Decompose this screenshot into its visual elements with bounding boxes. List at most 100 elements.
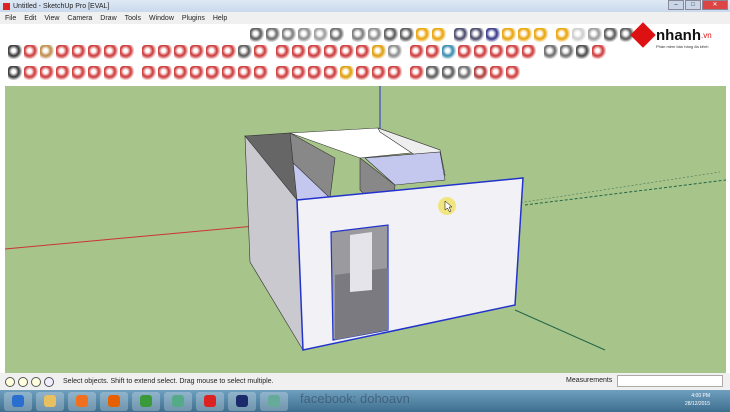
- toolbar-tool-icon[interactable]: [556, 28, 570, 42]
- menu-help[interactable]: Help: [213, 15, 227, 22]
- toolbar-tool-icon[interactable]: [458, 45, 472, 59]
- toolbar-tool-icon[interactable]: [474, 66, 488, 80]
- toolbar-tool-icon[interactable]: [534, 28, 548, 42]
- toolbar-tool-icon[interactable]: [426, 45, 440, 59]
- taskbar-photo-viewer-button[interactable]: [260, 391, 288, 411]
- menu-view[interactable]: View: [44, 15, 59, 22]
- measurements-input[interactable]: [617, 375, 723, 387]
- toolbar-tool-icon[interactable]: [206, 66, 220, 80]
- toolbar-tool-icon[interactable]: [206, 45, 220, 59]
- toolbar-tool-icon[interactable]: [8, 45, 22, 59]
- toolbar-tool-icon[interactable]: [356, 45, 370, 59]
- menu-plugins[interactable]: Plugins: [182, 15, 205, 22]
- toolbar-tool-icon[interactable]: [458, 66, 472, 80]
- clock-date[interactable]: 28/12/2015: [685, 400, 710, 408]
- toolbar-tool-icon[interactable]: [292, 45, 306, 59]
- toolbar-tool-icon[interactable]: [298, 28, 312, 42]
- toolbar-tool-icon[interactable]: [604, 28, 618, 42]
- house-model[interactable]: [244, 127, 524, 351]
- toolbar-tool-icon[interactable]: [308, 66, 322, 80]
- toolbar-tool-icon[interactable]: [72, 45, 86, 59]
- toolbar-tool-icon[interactable]: [24, 66, 38, 80]
- toolbar-tool-icon[interactable]: [400, 28, 414, 42]
- 3d-viewport[interactable]: [5, 86, 726, 373]
- taskbar-app-button[interactable]: [164, 391, 192, 411]
- toolbar-tool-icon[interactable]: [222, 45, 236, 59]
- toolbar-tool-icon[interactable]: [522, 45, 536, 59]
- toolbar-tool-icon[interactable]: [410, 45, 424, 59]
- toolbar-tool-icon[interactable]: [158, 45, 172, 59]
- toolbar-tool-icon[interactable]: [238, 66, 252, 80]
- toolbar-tool-icon[interactable]: [72, 66, 86, 80]
- toolbar-tool-icon[interactable]: [592, 45, 606, 59]
- toolbar-tool-icon[interactable]: [588, 28, 602, 42]
- toolbar-tool-icon[interactable]: [470, 28, 484, 42]
- toolbar-tool-icon[interactable]: [56, 66, 70, 80]
- toolbar-tool-icon[interactable]: [368, 28, 382, 42]
- toolbar-tool-icon[interactable]: [276, 45, 290, 59]
- toolbar-tool-icon[interactable]: [40, 66, 54, 80]
- taskbar-photoshop-button[interactable]: [228, 391, 256, 411]
- toolbar-tool-icon[interactable]: [324, 45, 338, 59]
- toolbar-tool-icon[interactable]: [158, 66, 172, 80]
- toolbar-tool-icon[interactable]: [88, 66, 102, 80]
- toolbar-tool-icon[interactable]: [372, 45, 386, 59]
- toolbar-tool-icon[interactable]: [142, 45, 156, 59]
- toolbar-tool-icon[interactable]: [410, 66, 424, 80]
- toolbar-tool-icon[interactable]: [314, 28, 328, 42]
- toolbar-tool-icon[interactable]: [174, 45, 188, 59]
- clock-time[interactable]: 4:00 PM: [685, 392, 710, 400]
- toolbar-tool-icon[interactable]: [238, 45, 252, 59]
- close-button[interactable]: ✕: [702, 0, 728, 10]
- toolbar-tool-icon[interactable]: [120, 45, 134, 59]
- toolbar-tool-icon[interactable]: [276, 66, 290, 80]
- toolbar-tool-icon[interactable]: [120, 66, 134, 80]
- toolbar-tool-icon[interactable]: [324, 66, 338, 80]
- taskbar-explorer-button[interactable]: [36, 391, 64, 411]
- toolbar-tool-icon[interactable]: [104, 66, 118, 80]
- toolbar-tool-icon[interactable]: [340, 45, 354, 59]
- toolbar-tool-icon[interactable]: [254, 66, 268, 80]
- geo-location-icon[interactable]: [5, 376, 15, 387]
- toolbar-tool-icon[interactable]: [506, 66, 520, 80]
- toolbar-tool-icon[interactable]: [222, 66, 236, 80]
- toolbar-tool-icon[interactable]: [190, 45, 204, 59]
- menu-camera[interactable]: Camera: [67, 15, 92, 22]
- taskbar-media-player-button[interactable]: [68, 391, 96, 411]
- toolbar-tool-icon[interactable]: [88, 45, 102, 59]
- toolbar-tool-icon[interactable]: [266, 28, 280, 42]
- toolbar-tool-icon[interactable]: [282, 28, 296, 42]
- toolbar-tool-icon[interactable]: [250, 28, 264, 42]
- toolbar-tool-icon[interactable]: [56, 45, 70, 59]
- toolbar-tool-icon[interactable]: [388, 45, 402, 59]
- toolbar-tool-icon[interactable]: [388, 66, 402, 80]
- toolbar-tool-icon[interactable]: [104, 45, 118, 59]
- toolbar-tool-icon[interactable]: [506, 45, 520, 59]
- taskbar-start-button[interactable]: [4, 391, 32, 411]
- maximize-button[interactable]: □: [685, 0, 701, 10]
- toolbar-tool-icon[interactable]: [454, 28, 468, 42]
- toolbar-tool-icon[interactable]: [384, 28, 398, 42]
- toolbar-tool-icon[interactable]: [254, 45, 268, 59]
- user-icon[interactable]: [31, 376, 41, 387]
- toolbar-tool-icon[interactable]: [518, 28, 532, 42]
- menu-file[interactable]: File: [5, 15, 16, 22]
- credits-icon[interactable]: [18, 376, 28, 387]
- toolbar-tool-icon[interactable]: [8, 66, 22, 80]
- toolbar-tool-icon[interactable]: [442, 66, 456, 80]
- toolbar-tool-icon[interactable]: [372, 66, 386, 80]
- taskbar-firefox-button[interactable]: [100, 391, 128, 411]
- toolbar-tool-icon[interactable]: [474, 45, 488, 59]
- toolbar-tool-icon[interactable]: [330, 28, 344, 42]
- toolbar-tool-icon[interactable]: [486, 28, 500, 42]
- taskbar-sketchup-button[interactable]: [196, 391, 224, 411]
- toolbar-tool-icon[interactable]: [442, 45, 456, 59]
- toolbar-tool-icon[interactable]: [40, 45, 54, 59]
- toolbar-tool-icon[interactable]: [308, 45, 322, 59]
- toolbar-tool-icon[interactable]: [356, 66, 370, 80]
- toolbar-tool-icon[interactable]: [416, 28, 430, 42]
- toolbar-tool-icon[interactable]: [292, 66, 306, 80]
- toolbar-tool-icon[interactable]: [190, 66, 204, 80]
- help-icon[interactable]: [44, 376, 54, 387]
- toolbar-tool-icon[interactable]: [340, 66, 354, 80]
